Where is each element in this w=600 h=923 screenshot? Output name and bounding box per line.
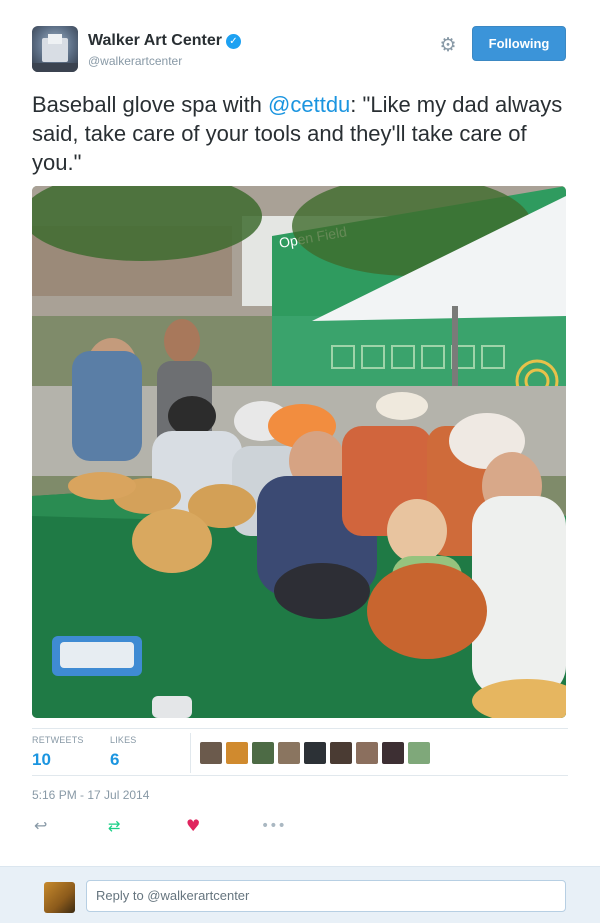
tweet-text: Baseball glove spa with @cettdu: "Like m… xyxy=(32,90,568,177)
user-avatar xyxy=(44,882,75,913)
account-handle[interactable]: @walkerartcenter xyxy=(88,54,182,68)
retweet-icon[interactable]: ⇄ xyxy=(108,816,121,836)
heart-icon[interactable]: ♥ xyxy=(186,816,200,836)
tweet-header: Walker Art Center ✓ @walkerartcenter ⚙ Fo… xyxy=(32,26,568,74)
liker-avatar[interactable] xyxy=(252,742,274,764)
tweet-timestamp[interactable]: 5:16 PM - 17 Jul 2014 xyxy=(32,788,149,802)
avatar-ground xyxy=(32,63,78,72)
tweet-photo[interactable]: Open Field xyxy=(32,186,566,718)
tweet-actions: ↩ ⇄ ♥ ••• xyxy=(32,816,568,836)
liker-avatar[interactable] xyxy=(382,742,404,764)
likes-stat[interactable]: LIKES 6 xyxy=(110,735,137,770)
gear-icon[interactable]: ⚙ xyxy=(437,34,459,56)
reply-icon[interactable]: ↩ xyxy=(34,816,47,836)
liker-avatar[interactable] xyxy=(356,742,378,764)
liker-avatar[interactable] xyxy=(330,742,352,764)
account-name[interactable]: Walker Art Center ✓ xyxy=(88,32,241,50)
retweets-count[interactable]: 10 xyxy=(32,750,84,770)
likes-count[interactable]: 6 xyxy=(110,750,137,770)
likes-label: LIKES xyxy=(110,735,137,745)
account-name-text[interactable]: Walker Art Center xyxy=(88,32,222,49)
liker-avatar[interactable] xyxy=(200,742,222,764)
liker-avatars xyxy=(200,742,434,764)
photo-illustration: Open Field xyxy=(32,186,566,718)
reply-bar: Reply to @walkerartcenter xyxy=(0,866,600,923)
verified-badge-icon: ✓ xyxy=(225,34,241,49)
retweets-stat[interactable]: RETWEETS 10 xyxy=(32,735,84,770)
following-button[interactable]: Following xyxy=(472,26,566,61)
account-avatar[interactable] xyxy=(32,26,78,72)
avatar-building-top xyxy=(48,34,62,44)
stats-divider xyxy=(190,733,191,773)
tweet-stats: RETWEETS 10 LIKES 6 xyxy=(32,728,568,776)
retweets-label: RETWEETS xyxy=(32,735,84,745)
mention-link[interactable]: @cettdu xyxy=(268,92,350,117)
liker-avatar[interactable] xyxy=(226,742,248,764)
liker-avatar[interactable] xyxy=(278,742,300,764)
more-icon[interactable]: ••• xyxy=(261,816,286,836)
reply-input[interactable]: Reply to @walkerartcenter xyxy=(86,880,566,912)
tweet-text-start: Baseball glove spa with xyxy=(32,92,269,117)
liker-avatar[interactable] xyxy=(408,742,430,764)
liker-avatar[interactable] xyxy=(304,742,326,764)
